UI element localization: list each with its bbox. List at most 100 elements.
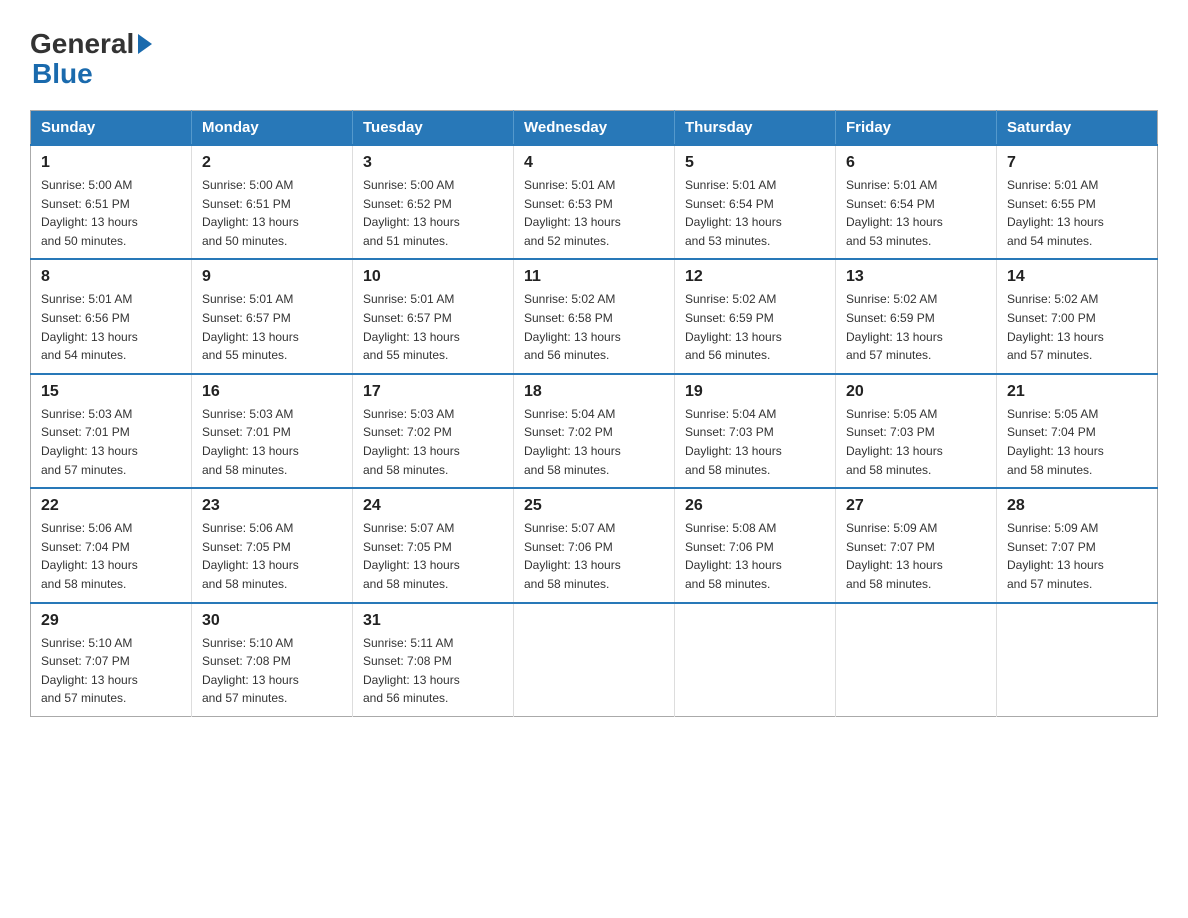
day-info: Sunrise: 5:01 AM Sunset: 6:54 PM Dayligh… <box>685 176 825 250</box>
page-header: General Blue <box>30 30 1158 90</box>
calendar-day-cell: 11 Sunrise: 5:02 AM Sunset: 6:58 PM Dayl… <box>514 259 675 373</box>
day-info: Sunrise: 5:01 AM Sunset: 6:57 PM Dayligh… <box>202 290 342 364</box>
day-info: Sunrise: 5:02 AM Sunset: 6:59 PM Dayligh… <box>846 290 986 364</box>
day-info: Sunrise: 5:00 AM Sunset: 6:52 PM Dayligh… <box>363 176 503 250</box>
day-number: 10 <box>363 268 503 286</box>
day-number: 7 <box>1007 154 1147 172</box>
calendar-day-cell: 16 Sunrise: 5:03 AM Sunset: 7:01 PM Dayl… <box>192 374 353 488</box>
logo-blue-text: Blue <box>32 58 93 90</box>
day-info: Sunrise: 5:03 AM Sunset: 7:01 PM Dayligh… <box>202 405 342 479</box>
day-info: Sunrise: 5:02 AM Sunset: 6:59 PM Dayligh… <box>685 290 825 364</box>
calendar-day-cell: 5 Sunrise: 5:01 AM Sunset: 6:54 PM Dayli… <box>675 145 836 259</box>
calendar-week-row: 29 Sunrise: 5:10 AM Sunset: 7:07 PM Dayl… <box>31 603 1158 717</box>
day-of-week-header: Tuesday <box>353 111 514 146</box>
calendar-day-cell: 8 Sunrise: 5:01 AM Sunset: 6:56 PM Dayli… <box>31 259 192 373</box>
day-info: Sunrise: 5:01 AM Sunset: 6:54 PM Dayligh… <box>846 176 986 250</box>
day-of-week-header: Saturday <box>997 111 1158 146</box>
calendar-day-cell: 19 Sunrise: 5:04 AM Sunset: 7:03 PM Dayl… <box>675 374 836 488</box>
day-info: Sunrise: 5:09 AM Sunset: 7:07 PM Dayligh… <box>1007 519 1147 593</box>
calendar-day-cell: 22 Sunrise: 5:06 AM Sunset: 7:04 PM Dayl… <box>31 488 192 602</box>
calendar-day-cell: 23 Sunrise: 5:06 AM Sunset: 7:05 PM Dayl… <box>192 488 353 602</box>
day-info: Sunrise: 5:10 AM Sunset: 7:07 PM Dayligh… <box>41 634 181 708</box>
day-number: 20 <box>846 383 986 401</box>
day-info: Sunrise: 5:04 AM Sunset: 7:02 PM Dayligh… <box>524 405 664 479</box>
day-number: 11 <box>524 268 664 286</box>
day-number: 31 <box>363 612 503 630</box>
day-number: 17 <box>363 383 503 401</box>
day-number: 24 <box>363 497 503 515</box>
day-number: 13 <box>846 268 986 286</box>
calendar-day-cell: 17 Sunrise: 5:03 AM Sunset: 7:02 PM Dayl… <box>353 374 514 488</box>
day-info: Sunrise: 5:05 AM Sunset: 7:04 PM Dayligh… <box>1007 405 1147 479</box>
day-info: Sunrise: 5:09 AM Sunset: 7:07 PM Dayligh… <box>846 519 986 593</box>
day-number: 8 <box>41 268 181 286</box>
day-info: Sunrise: 5:10 AM Sunset: 7:08 PM Dayligh… <box>202 634 342 708</box>
day-info: Sunrise: 5:06 AM Sunset: 7:05 PM Dayligh… <box>202 519 342 593</box>
calendar-day-cell: 28 Sunrise: 5:09 AM Sunset: 7:07 PM Dayl… <box>997 488 1158 602</box>
day-number: 16 <box>202 383 342 401</box>
day-number: 29 <box>41 612 181 630</box>
calendar-day-cell: 2 Sunrise: 5:00 AM Sunset: 6:51 PM Dayli… <box>192 145 353 259</box>
day-number: 27 <box>846 497 986 515</box>
day-info: Sunrise: 5:00 AM Sunset: 6:51 PM Dayligh… <box>202 176 342 250</box>
calendar-table: SundayMondayTuesdayWednesdayThursdayFrid… <box>30 110 1158 717</box>
day-number: 14 <box>1007 268 1147 286</box>
calendar-day-cell: 25 Sunrise: 5:07 AM Sunset: 7:06 PM Dayl… <box>514 488 675 602</box>
day-number: 1 <box>41 154 181 172</box>
calendar-day-cell: 15 Sunrise: 5:03 AM Sunset: 7:01 PM Dayl… <box>31 374 192 488</box>
calendar-day-cell: 21 Sunrise: 5:05 AM Sunset: 7:04 PM Dayl… <box>997 374 1158 488</box>
calendar-day-cell: 9 Sunrise: 5:01 AM Sunset: 6:57 PM Dayli… <box>192 259 353 373</box>
day-info: Sunrise: 5:08 AM Sunset: 7:06 PM Dayligh… <box>685 519 825 593</box>
day-of-week-header: Sunday <box>31 111 192 146</box>
day-number: 18 <box>524 383 664 401</box>
calendar-day-cell: 1 Sunrise: 5:00 AM Sunset: 6:51 PM Dayli… <box>31 145 192 259</box>
calendar-day-cell: 12 Sunrise: 5:02 AM Sunset: 6:59 PM Dayl… <box>675 259 836 373</box>
calendar-day-cell <box>836 603 997 717</box>
day-info: Sunrise: 5:11 AM Sunset: 7:08 PM Dayligh… <box>363 634 503 708</box>
day-number: 28 <box>1007 497 1147 515</box>
day-number: 4 <box>524 154 664 172</box>
calendar-day-cell: 3 Sunrise: 5:00 AM Sunset: 6:52 PM Dayli… <box>353 145 514 259</box>
calendar-day-cell: 20 Sunrise: 5:05 AM Sunset: 7:03 PM Dayl… <box>836 374 997 488</box>
calendar-day-cell: 6 Sunrise: 5:01 AM Sunset: 6:54 PM Dayli… <box>836 145 997 259</box>
day-number: 21 <box>1007 383 1147 401</box>
calendar-week-row: 15 Sunrise: 5:03 AM Sunset: 7:01 PM Dayl… <box>31 374 1158 488</box>
calendar-day-cell: 31 Sunrise: 5:11 AM Sunset: 7:08 PM Dayl… <box>353 603 514 717</box>
day-of-week-header: Wednesday <box>514 111 675 146</box>
calendar-day-cell: 13 Sunrise: 5:02 AM Sunset: 6:59 PM Dayl… <box>836 259 997 373</box>
day-info: Sunrise: 5:02 AM Sunset: 7:00 PM Dayligh… <box>1007 290 1147 364</box>
day-number: 25 <box>524 497 664 515</box>
logo: General Blue <box>30 30 154 90</box>
calendar-day-cell: 30 Sunrise: 5:10 AM Sunset: 7:08 PM Dayl… <box>192 603 353 717</box>
day-info: Sunrise: 5:03 AM Sunset: 7:01 PM Dayligh… <box>41 405 181 479</box>
calendar-day-cell: 26 Sunrise: 5:08 AM Sunset: 7:06 PM Dayl… <box>675 488 836 602</box>
day-number: 2 <box>202 154 342 172</box>
day-info: Sunrise: 5:07 AM Sunset: 7:06 PM Dayligh… <box>524 519 664 593</box>
day-of-week-header: Monday <box>192 111 353 146</box>
day-info: Sunrise: 5:07 AM Sunset: 7:05 PM Dayligh… <box>363 519 503 593</box>
day-info: Sunrise: 5:02 AM Sunset: 6:58 PM Dayligh… <box>524 290 664 364</box>
day-number: 6 <box>846 154 986 172</box>
calendar-week-row: 8 Sunrise: 5:01 AM Sunset: 6:56 PM Dayli… <box>31 259 1158 373</box>
day-info: Sunrise: 5:04 AM Sunset: 7:03 PM Dayligh… <box>685 405 825 479</box>
calendar-day-cell: 24 Sunrise: 5:07 AM Sunset: 7:05 PM Dayl… <box>353 488 514 602</box>
calendar-day-cell <box>675 603 836 717</box>
calendar-day-cell: 10 Sunrise: 5:01 AM Sunset: 6:57 PM Dayl… <box>353 259 514 373</box>
calendar-day-cell <box>514 603 675 717</box>
calendar-header-row: SundayMondayTuesdayWednesdayThursdayFrid… <box>31 111 1158 146</box>
calendar-day-cell: 27 Sunrise: 5:09 AM Sunset: 7:07 PM Dayl… <box>836 488 997 602</box>
day-number: 15 <box>41 383 181 401</box>
calendar-day-cell: 14 Sunrise: 5:02 AM Sunset: 7:00 PM Dayl… <box>997 259 1158 373</box>
day-number: 23 <box>202 497 342 515</box>
logo-general-text: General <box>30 30 134 58</box>
day-number: 12 <box>685 268 825 286</box>
day-number: 26 <box>685 497 825 515</box>
day-info: Sunrise: 5:00 AM Sunset: 6:51 PM Dayligh… <box>41 176 181 250</box>
day-info: Sunrise: 5:05 AM Sunset: 7:03 PM Dayligh… <box>846 405 986 479</box>
day-info: Sunrise: 5:03 AM Sunset: 7:02 PM Dayligh… <box>363 405 503 479</box>
calendar-day-cell: 4 Sunrise: 5:01 AM Sunset: 6:53 PM Dayli… <box>514 145 675 259</box>
day-info: Sunrise: 5:01 AM Sunset: 6:53 PM Dayligh… <box>524 176 664 250</box>
calendar-day-cell <box>997 603 1158 717</box>
day-info: Sunrise: 5:01 AM Sunset: 6:57 PM Dayligh… <box>363 290 503 364</box>
day-number: 22 <box>41 497 181 515</box>
